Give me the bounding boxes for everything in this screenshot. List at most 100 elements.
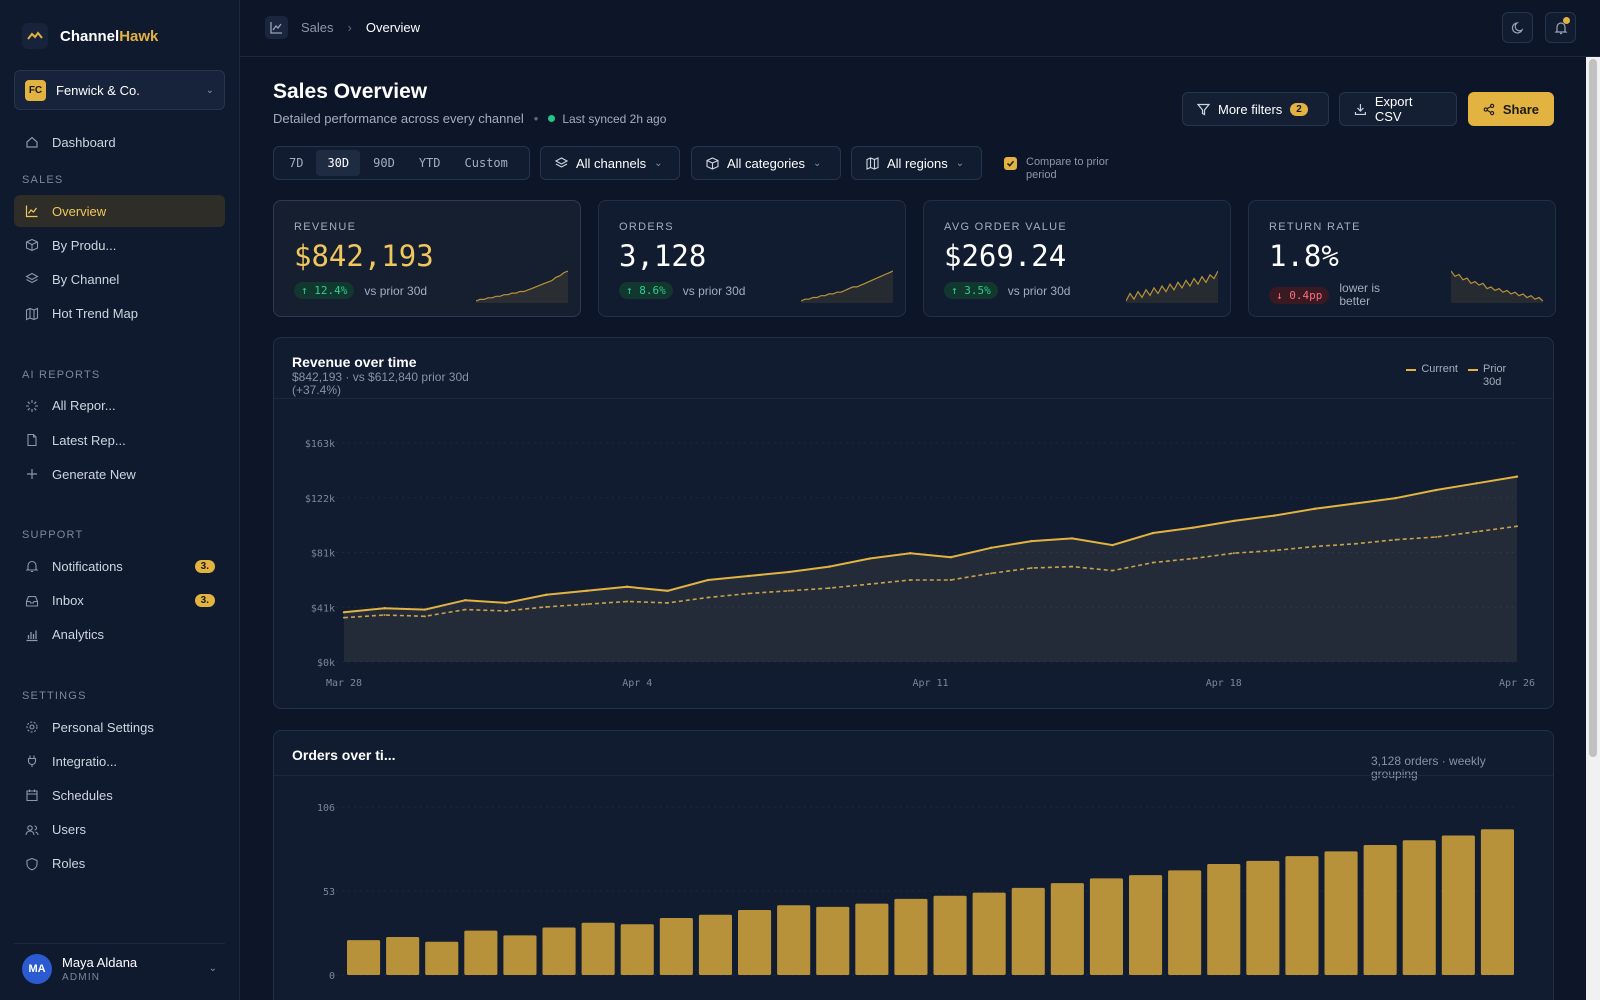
- sidebar-item-inbox[interactable]: Inbox 3.: [14, 585, 225, 617]
- data-point-current: [504, 601, 507, 605]
- data-point-current: [787, 570, 791, 574]
- compare-checkbox[interactable]: Compare to prior period: [1004, 156, 1136, 182]
- sidebar-item-latest-rep[interactable]: Latest Rep...: [14, 424, 225, 456]
- data-point-current: [989, 546, 993, 549]
- orders-chart-title: Orders over ti...: [292, 747, 396, 763]
- sidebar-item-label: Personal Settings: [52, 719, 154, 735]
- scrollbar-thumb[interactable]: [1589, 59, 1597, 757]
- sidebar-item-label: Latest Rep...: [52, 432, 126, 448]
- bar: [1168, 870, 1202, 975]
- data-point-prior: [747, 592, 750, 595]
- y-tick-label: $122k: [305, 494, 335, 505]
- scrollbar[interactable]: [1586, 57, 1600, 1000]
- data-point-current: [342, 611, 346, 614]
- range-option-custom[interactable]: Custom: [454, 150, 519, 176]
- theme-toggle-button[interactable]: [1502, 12, 1533, 43]
- sidebar-item-hot-trend-map[interactable]: Hot Trend Map: [14, 298, 225, 330]
- delta-badge: ↑ 8.6%: [619, 282, 673, 299]
- range-option-30d[interactable]: 30D: [316, 150, 361, 176]
- data-point-prior: [423, 615, 426, 618]
- chart-line-icon[interactable]: [265, 16, 288, 39]
- delta-badge: ↓ 0.4pp: [1269, 286, 1330, 304]
- data-point-prior: [990, 572, 993, 575]
- bar: [581, 922, 615, 975]
- notifications-button[interactable]: [1545, 12, 1576, 43]
- bar: [347, 940, 381, 975]
- sparkline: [476, 270, 568, 303]
- share-icon: [1483, 103, 1495, 115]
- data-point-prior: [868, 583, 871, 586]
- sidebar-item-label: By Produ...: [52, 237, 117, 253]
- sidebar-item-dashboard[interactable]: Dashboard: [14, 126, 225, 158]
- checkbox[interactable]: [1004, 157, 1017, 170]
- data-point-current: [666, 589, 669, 592]
- sidebar-item-personal-settings[interactable]: Personal Settings: [14, 711, 225, 743]
- chevron-right-icon: ›: [347, 20, 352, 35]
- data-point-prior: [707, 596, 710, 599]
- data-point-prior: [909, 579, 912, 582]
- share-button[interactable]: Share: [1468, 92, 1554, 126]
- data-point-current: [1475, 482, 1478, 485]
- kpi-card-avg-order-value[interactable]: AVG ORDER VALUE $269.24 ↑ 3.5% vs prior 30d: [923, 200, 1231, 317]
- sidebar-item-label: Users: [52, 822, 86, 838]
- bar: [933, 895, 967, 975]
- kpi-card-orders[interactable]: ORDERS 3,128 ↑ 8.6% vs prior 30d: [598, 200, 906, 317]
- sidebar: ChannelHawk FC Fenwick & Co. ⌄ Dashboard…: [0, 0, 240, 1000]
- channels-dropdown[interactable]: All channels ⌄: [540, 146, 680, 180]
- shield-icon: [24, 856, 40, 872]
- user-name: Maya Aldana: [62, 954, 138, 970]
- sidebar-item-overview[interactable]: Overview: [14, 195, 225, 227]
- data-point-prior: [504, 609, 507, 612]
- range-option-7d[interactable]: 7D: [278, 150, 314, 176]
- more-filters-button[interactable]: More filters 2: [1182, 92, 1329, 126]
- orders-chart-card: Orders over ti... 3,128 orders · weekly …: [273, 730, 1554, 1000]
- sidebar-item-integratio[interactable]: Integratio...: [14, 745, 225, 777]
- x-tick-label: Apr 26: [1499, 678, 1535, 689]
- sidebar-item-by-channel[interactable]: By Channel: [14, 263, 225, 295]
- kpi-card-revenue[interactable]: REVENUE $842,193 ↑ 12.4% vs prior 30d: [273, 200, 581, 317]
- brand-logo-icon: [22, 23, 48, 49]
- kpi-label: ORDERS: [619, 221, 674, 233]
- sidebar-item-generate-new[interactable]: Generate New: [14, 458, 225, 490]
- data-point-current: [909, 551, 912, 555]
- brand[interactable]: ChannelHawk: [22, 22, 158, 50]
- sidebar-item-by-produ[interactable]: By Produ...: [14, 229, 225, 261]
- categories-dropdown[interactable]: All categories ⌄: [691, 146, 841, 180]
- sidebar-item-analytics[interactable]: Analytics: [14, 619, 225, 651]
- sidebar-item-roles[interactable]: Roles: [14, 848, 225, 880]
- bar: [425, 941, 459, 975]
- sidebar-item-label: Generate New: [52, 466, 136, 482]
- breadcrumb-parent[interactable]: Sales: [301, 20, 334, 35]
- bar: [620, 924, 654, 975]
- user-menu[interactable]: MA Maya Aldana ADMIN ⌄: [14, 943, 225, 993]
- export-csv-button[interactable]: Export CSV: [1339, 92, 1457, 126]
- download-icon: [1354, 103, 1366, 115]
- y-tick-label: $41k: [311, 603, 335, 614]
- data-point-prior: [464, 608, 467, 611]
- sidebar-item-all-repor[interactable]: All Repor...: [14, 390, 225, 422]
- data-point-current: [1151, 531, 1155, 535]
- bar: [464, 930, 498, 975]
- regions-dropdown[interactable]: All regions ⌄: [851, 146, 982, 180]
- range-option-ytd[interactable]: YTD: [408, 150, 452, 176]
- kpi-card-return-rate[interactable]: RETURN RATE 1.8% ↓ 0.4pp lower is better: [1248, 200, 1556, 317]
- sparkline: [801, 270, 893, 303]
- sidebar-item-label: Analytics: [52, 627, 105, 643]
- bar: [894, 898, 928, 975]
- bar: [1402, 840, 1436, 975]
- data-point-current: [1070, 537, 1074, 540]
- data-point-current: [1192, 526, 1195, 529]
- topbar: Sales › Overview: [240, 0, 1600, 57]
- legend-current[interactable]: Current: [1406, 363, 1458, 389]
- sidebar-item-users[interactable]: Users: [14, 814, 225, 846]
- range-option-90d[interactable]: 90D: [362, 150, 406, 176]
- sidebar-item-schedules[interactable]: Schedules: [14, 779, 225, 811]
- bar: [972, 892, 1006, 975]
- revenue-chart-subtitle: $842,193 · vs $612,840 prior 30d (+37.4%…: [292, 370, 469, 397]
- kpi-label: AVG ORDER VALUE: [944, 221, 1068, 233]
- sidebar-item-notifications[interactable]: Notifications 3.: [14, 550, 225, 582]
- org-switcher[interactable]: FC Fenwick & Co. ⌄: [14, 70, 225, 110]
- y-tick-label: $163k: [305, 439, 335, 450]
- legend-prior[interactable]: Prior 30d: [1468, 363, 1513, 389]
- kpi-label: RETURN RATE: [1269, 221, 1361, 233]
